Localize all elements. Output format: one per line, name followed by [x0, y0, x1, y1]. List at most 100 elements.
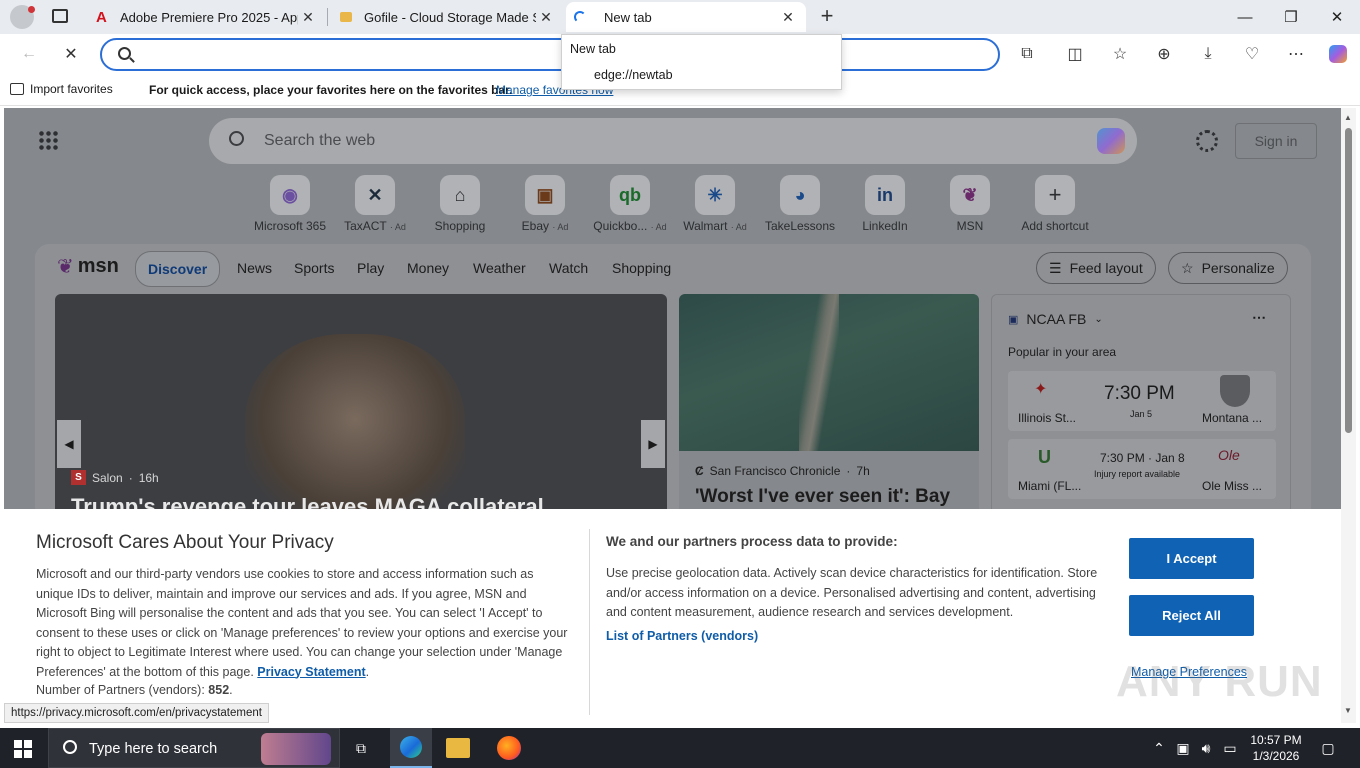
accept-button[interactable]: I Accept	[1129, 538, 1254, 579]
volume-icon[interactable]: 🔊︎	[1196, 728, 1216, 768]
news-card-sf-chronicle[interactable]: Ȼ San Francisco Chronicle · 7h 'Worst I've…	[679, 294, 979, 524]
close-tab-icon[interactable]: ✕	[298, 9, 318, 26]
restore-button[interactable]: ❐	[1268, 0, 1314, 34]
away-team: Ole Miss ...	[1202, 479, 1263, 493]
shortcut-taxact[interactable]: ✕ TaxACT · Ad	[335, 175, 415, 233]
personalize-label: Personalize	[1201, 260, 1275, 276]
tab-gofile[interactable]: Gofile - Cloud Storage Made Simp ✕	[332, 2, 564, 32]
partners-list-link[interactable]: List of Partners (vendors)	[606, 629, 758, 643]
stop-loading-icon[interactable]: ✕	[56, 40, 86, 68]
close-tab-icon[interactable]: ✕	[778, 9, 798, 26]
address-bar[interactable]	[100, 38, 1000, 71]
shortcut-ebay[interactable]: ▣ Ebay · Ad	[505, 175, 585, 233]
nav-shopping[interactable]: Shopping	[612, 260, 671, 276]
carousel-prev-button[interactable]: ◀	[57, 420, 81, 468]
privacy-statement-link[interactable]: Privacy Statement	[257, 665, 365, 679]
hero-source: S Salon · 16h	[71, 470, 159, 485]
edge-logo-icon	[400, 736, 422, 758]
personalize-button[interactable]: ☆ Personalize	[1168, 252, 1288, 284]
close-window-button[interactable]: ✕	[1314, 0, 1360, 34]
feed-layout-label: Feed layout	[1069, 260, 1143, 276]
new-tab-button[interactable]: +	[814, 3, 840, 31]
add-shortcut-button[interactable]: + Add shortcut	[1015, 175, 1095, 233]
period: .	[229, 683, 233, 697]
close-tab-icon[interactable]: ✕	[536, 9, 556, 26]
back-icon[interactable]: ←	[14, 40, 44, 68]
hero-news-card[interactable]: ◀ ▶ S Salon · 16h Trump's revenge tour lea…	[55, 294, 667, 524]
windows-logo-pane	[24, 750, 32, 758]
shortcut-microsoft-365[interactable]: ◉ Microsoft 365	[250, 175, 330, 233]
tab-actions-icon[interactable]	[52, 9, 68, 23]
scroll-down-arrow-icon[interactable]: ▼	[1344, 706, 1352, 715]
star-edit-icon: ☆	[1181, 259, 1194, 276]
clock[interactable]: 10:57 PM 1/3/2026	[1246, 732, 1306, 764]
nav-play[interactable]: Play	[357, 260, 384, 276]
web-search-box[interactable]: Search the web	[209, 118, 1137, 164]
tab-adobe[interactable]: A Adobe Premiere Pro 2025 - AppD ✕	[88, 2, 326, 32]
collections-icon[interactable]: ⊕	[1149, 40, 1179, 68]
downloads-icon[interactable]: ⤓	[1193, 40, 1223, 68]
chevron-down-icon: ⌄	[1094, 313, 1103, 325]
taskbar-search-box[interactable]: Type here to search	[48, 728, 340, 768]
msn-logo: ❦ msn	[57, 254, 119, 279]
task-view-icon[interactable]: ⧉	[346, 728, 376, 768]
shortcut-takelessons[interactable]: ◕ TakeLessons	[760, 175, 840, 233]
dot-separator: ·	[128, 470, 133, 485]
nav-discover[interactable]: Discover	[135, 251, 221, 287]
import-favorites-button[interactable]: Import favorites	[10, 82, 113, 96]
minimize-button[interactable]: —	[1222, 0, 1268, 34]
start-button[interactable]	[14, 740, 32, 758]
settings-gear-icon[interactable]	[1196, 130, 1218, 152]
copilot-icon[interactable]	[1323, 40, 1353, 68]
msn-butterfly-icon: ❦	[57, 256, 74, 278]
profile-alert-badge	[28, 6, 35, 13]
privacy-divider	[589, 529, 590, 715]
more-options-icon[interactable]: ⋯	[1252, 309, 1266, 326]
league-selector[interactable]: ▣ NCAA FB ⌄	[1008, 311, 1103, 327]
shortcut-label: Microsoft 365	[253, 219, 327, 233]
shortcut-msn[interactable]: ❦ MSN	[930, 175, 1010, 233]
show-hidden-icons-icon[interactable]: ⌃	[1150, 728, 1168, 768]
address-suggestions-dropdown: New tab edge://newtab	[561, 34, 842, 90]
tab-new-tab[interactable]: New tab ✕	[566, 2, 806, 32]
nav-sports[interactable]: Sports	[294, 260, 334, 276]
app-launcher-icon[interactable]	[38, 130, 58, 150]
nav-news[interactable]: News	[237, 260, 272, 276]
scroll-up-arrow-icon[interactable]: ▲	[1344, 113, 1352, 122]
more-menu-icon[interactable]: ⋯	[1281, 40, 1311, 68]
favorites-icon[interactable]: ☆	[1105, 40, 1135, 68]
sign-in-button[interactable]: Sign in	[1235, 123, 1317, 159]
edge-taskbar-icon[interactable]	[390, 728, 432, 768]
scrollbar-thumb[interactable]	[1345, 128, 1352, 433]
extensions-icon[interactable]: ⧉	[1012, 40, 1042, 68]
game-row[interactable]: U Miami (FL... 7:30 PM · Jan 8 Injury re…	[1008, 439, 1276, 499]
carousel-next-button[interactable]: ▶	[641, 420, 665, 468]
shortcut-walmart[interactable]: ✳ Walmart · Ad	[675, 175, 755, 233]
news-card-headline[interactable]: 'Worst I've ever seen it': Bay	[695, 486, 950, 508]
page-scrollbar[interactable]: ▲ ▼	[1341, 108, 1356, 723]
notifications-icon[interactable]: ▢	[1316, 728, 1340, 768]
reject-all-button[interactable]: Reject All	[1129, 595, 1254, 636]
shortcut-shopping[interactable]: ⌂ Shopping	[420, 175, 500, 233]
device-icon[interactable]: ▣	[1174, 728, 1192, 768]
network-icon[interactable]: ▭	[1220, 728, 1240, 768]
browser-essentials-icon[interactable]: ♡	[1237, 40, 1267, 68]
nav-money[interactable]: Money	[407, 260, 449, 276]
copilot-icon[interactable]	[1097, 128, 1125, 154]
firefox-icon[interactable]	[497, 736, 521, 760]
shortcut-label: Walmart	[683, 219, 728, 233]
nav-weather[interactable]: Weather	[473, 260, 526, 276]
dropdown-url-item[interactable]: edge://newtab	[594, 68, 673, 82]
shortcut-quickbooks[interactable]: qb Quickbo... · Ad	[590, 175, 670, 233]
game-row[interactable]: ✦ Illinois St... 7:30 PM Jan 5 Montana .…	[1008, 371, 1276, 431]
file-explorer-icon[interactable]	[446, 738, 470, 758]
nav-watch[interactable]: Watch	[549, 260, 588, 276]
news-card-source-name: San Francisco Chronicle	[709, 464, 841, 478]
shortcut-linkedin[interactable]: in LinkedIn	[845, 175, 925, 233]
ad-label: · Ad	[730, 222, 747, 232]
feed-layout-button[interactable]: ☰ Feed layout	[1036, 252, 1156, 284]
split-screen-icon[interactable]: ◫	[1060, 40, 1090, 68]
sports-scores-card: ▣ NCAA FB ⌄ ⋯ Popular in your area ✦ Ill…	[991, 294, 1291, 524]
windows-logo-pane	[14, 740, 22, 748]
windows-taskbar: Type here to search ⧉ ⌃ ▣ 🔊︎ ▭ 10:57 PM …	[0, 728, 1360, 768]
